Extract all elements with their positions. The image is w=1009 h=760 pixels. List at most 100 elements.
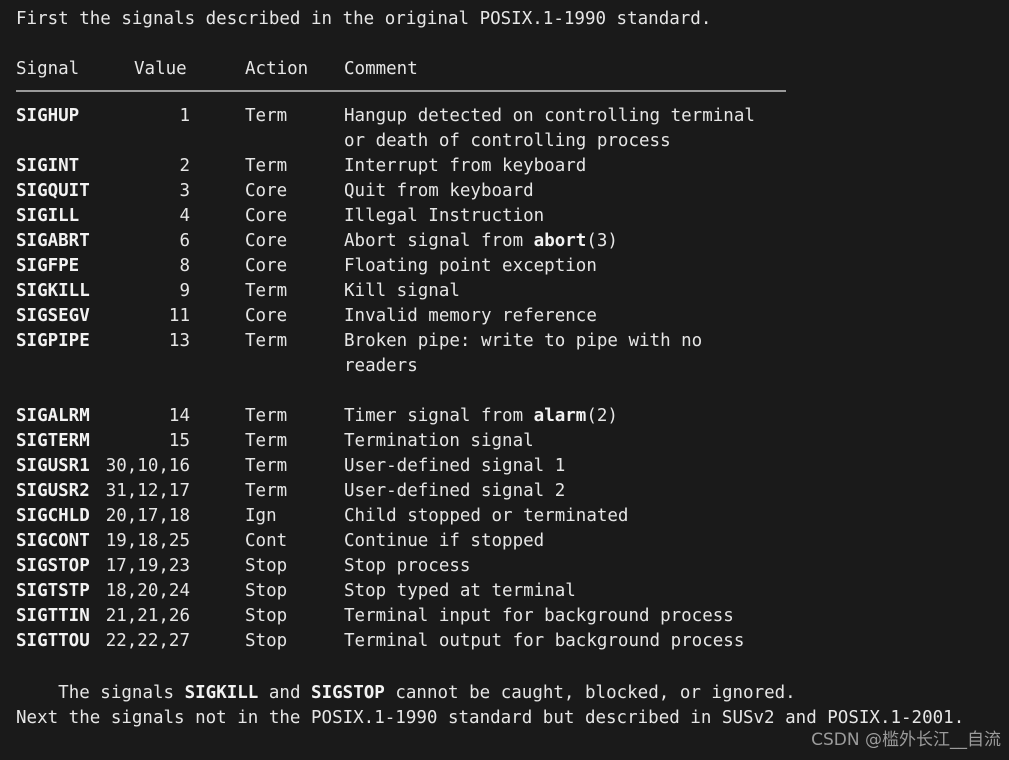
cell-value: 17,19,23 xyxy=(105,556,190,576)
comment-section-ref: (3) xyxy=(586,231,618,251)
manpage-screenshot: First the signals described in the origi… xyxy=(0,0,1009,760)
cell-action: Core xyxy=(245,231,288,251)
comment-text: Terminal output for background process xyxy=(344,631,745,651)
cell-value: 3 xyxy=(179,181,190,201)
cell-value: 6 xyxy=(179,231,190,251)
cell-action: Term xyxy=(245,156,288,176)
comment-text: Hangup detected on controlling terminal xyxy=(344,106,755,126)
column-header-signal: Signal xyxy=(16,59,80,79)
cell-comment: Stop process xyxy=(344,554,470,579)
comment-function-name: alarm xyxy=(533,406,587,426)
comment-text: Continue if stopped xyxy=(344,531,545,551)
comment-section-ref: (2) xyxy=(586,406,618,426)
comment-text: Quit from keyboard xyxy=(344,181,534,201)
cell-action: Term xyxy=(245,281,288,301)
cell-action: Stop xyxy=(245,581,288,601)
cell-comment: Hangup detected on controlling terminal xyxy=(344,104,755,129)
table-row-continuation: readers xyxy=(16,354,991,379)
table-row: SIGILL 4 Core Illegal Instruction xyxy=(16,204,991,229)
cell-action: Term xyxy=(245,406,288,426)
table-row: SIGABRT 6 Core Abort signal from abort(3) xyxy=(16,229,991,254)
signals-table: Signal Value Action Comment SIGHUP 1 Term H… xyxy=(16,57,991,651)
cell-action: Stop xyxy=(245,631,288,651)
table-row: SIGHUP 1 Term Hangup detected on controllin… xyxy=(16,104,991,129)
cell-action: Term xyxy=(245,106,288,126)
cell-value: 13 xyxy=(168,331,190,351)
csdn-watermark: CSDN @槛外长江__自流 xyxy=(811,730,1001,750)
cell-comment: Stop typed at terminal xyxy=(344,579,576,604)
note-signal-sigstop: SIGSTOP xyxy=(311,683,385,703)
cell-action: Term xyxy=(245,331,288,351)
cell-value: 19,18,25 xyxy=(105,531,190,551)
cell-value: 1 xyxy=(179,106,190,126)
table-row: SIGCHLD 20,17,18 Ign Child stopped or termi… xyxy=(16,504,991,529)
cell-action: Term xyxy=(245,481,288,501)
cell-action: Core xyxy=(245,306,288,326)
cell-value: 30,10,16 xyxy=(105,456,190,476)
table-row-continuation: or death of controlling process xyxy=(16,129,991,154)
cell-value: 4 xyxy=(179,206,190,226)
cell-action: Stop xyxy=(245,606,288,626)
cell-comment: Kill signal xyxy=(344,279,460,304)
comment-text: Invalid memory reference xyxy=(344,306,597,326)
cell-comment: Timer signal from alarm(2) xyxy=(344,404,618,429)
cell-comment: User-defined signal 2 xyxy=(344,479,565,504)
comment-text: Illegal Instruction xyxy=(344,206,545,226)
cell-comment-continuation: or death of controlling process xyxy=(344,131,671,151)
cell-action: Core xyxy=(245,256,288,276)
cell-action: Core xyxy=(245,181,288,201)
table-row: SIGINT 2 Term Interrupt from keyboard xyxy=(16,154,991,179)
cell-comment: Terminal input for background process xyxy=(344,604,734,629)
column-header-comment: Comment xyxy=(344,59,418,79)
comment-text: Broken pipe: write to pipe with no xyxy=(344,331,703,351)
cell-action: Cont xyxy=(245,531,288,551)
comment-text: User-defined signal 1 xyxy=(344,456,566,476)
table-row: SIGCONT 19,18,25 Cont Continue if stopped xyxy=(16,529,991,554)
header-divider xyxy=(16,90,786,92)
table-row: SIGSEGV 11 Core Invalid memory reference xyxy=(16,304,991,329)
table-row: SIGTERM 15 Term Termination signal xyxy=(16,429,991,454)
cell-value: 2 xyxy=(179,156,190,176)
table-header-row: Signal Value Action Comment xyxy=(16,57,991,92)
cell-value: 21,21,26 xyxy=(105,606,190,626)
table-row: SIGALRM 14 Term Timer signal from alarm(2) xyxy=(16,404,991,429)
cell-action: Term xyxy=(245,431,288,451)
cell-value: 22,22,27 xyxy=(105,631,190,651)
cell-comment: Termination signal xyxy=(344,429,534,454)
intro-paragraph: First the signals described in the origi… xyxy=(16,9,712,29)
cell-value: 18,20,24 xyxy=(105,581,190,601)
table-row: SIGFPE 8 Core Floating point exception xyxy=(16,254,991,279)
comment-text: Timer signal from xyxy=(344,406,534,426)
table-row: SIGTTIN 21,21,26 Stop Terminal input for ba… xyxy=(16,604,991,629)
cell-comment: User-defined signal 1 xyxy=(344,454,565,479)
table-row: SIGUSR1 30,10,16 Term User-defined signal 1 xyxy=(16,454,991,479)
note-text-mid: and xyxy=(258,683,312,703)
comment-text: User-defined signal 2 xyxy=(344,481,566,501)
table-row: SIGTSTP 18,20,24 Stop Stop typed at termina… xyxy=(16,579,991,604)
table-row-spacer xyxy=(16,379,991,404)
comment-text: Stop typed at terminal xyxy=(344,581,576,601)
cell-comment: Floating point exception xyxy=(344,254,597,279)
cell-value: 11 xyxy=(168,306,190,326)
note-signal-sigkill: SIGKILL xyxy=(184,683,259,703)
cell-comment: Child stopped or terminated xyxy=(344,504,628,529)
cell-comment: Continue if stopped xyxy=(344,529,544,554)
cell-comment: Illegal Instruction xyxy=(344,204,544,229)
comment-text: Interrupt from keyboard xyxy=(344,156,587,176)
cell-comment: Abort signal from abort(3) xyxy=(344,229,618,254)
table-row: SIGTTOU 22,22,27 Stop Terminal output for b… xyxy=(16,629,991,654)
column-header-value: Value xyxy=(134,59,187,79)
cell-value: 20,17,18 xyxy=(105,506,190,526)
table-body: SIGHUP 1 Term Hangup detected on controllin… xyxy=(16,104,991,654)
column-header-action: Action xyxy=(245,59,309,79)
table-row: SIGPIPE 13 Term Broken pipe: write to pipe … xyxy=(16,329,991,354)
note-text-post: cannot be caught, blocked, or ignored. xyxy=(384,683,796,703)
cell-comment: Terminal output for background process xyxy=(344,629,744,654)
note-text-pre: The signals xyxy=(58,683,185,703)
next-section-paragraph: Next the signals not in the POSIX.1-1990… xyxy=(16,708,965,728)
cell-comment-continuation: readers xyxy=(344,356,418,376)
cell-action: Ign xyxy=(245,506,277,526)
comment-function-name: abort xyxy=(533,231,587,251)
cell-value: 8 xyxy=(179,256,190,276)
comment-text: Floating point exception xyxy=(344,256,597,276)
